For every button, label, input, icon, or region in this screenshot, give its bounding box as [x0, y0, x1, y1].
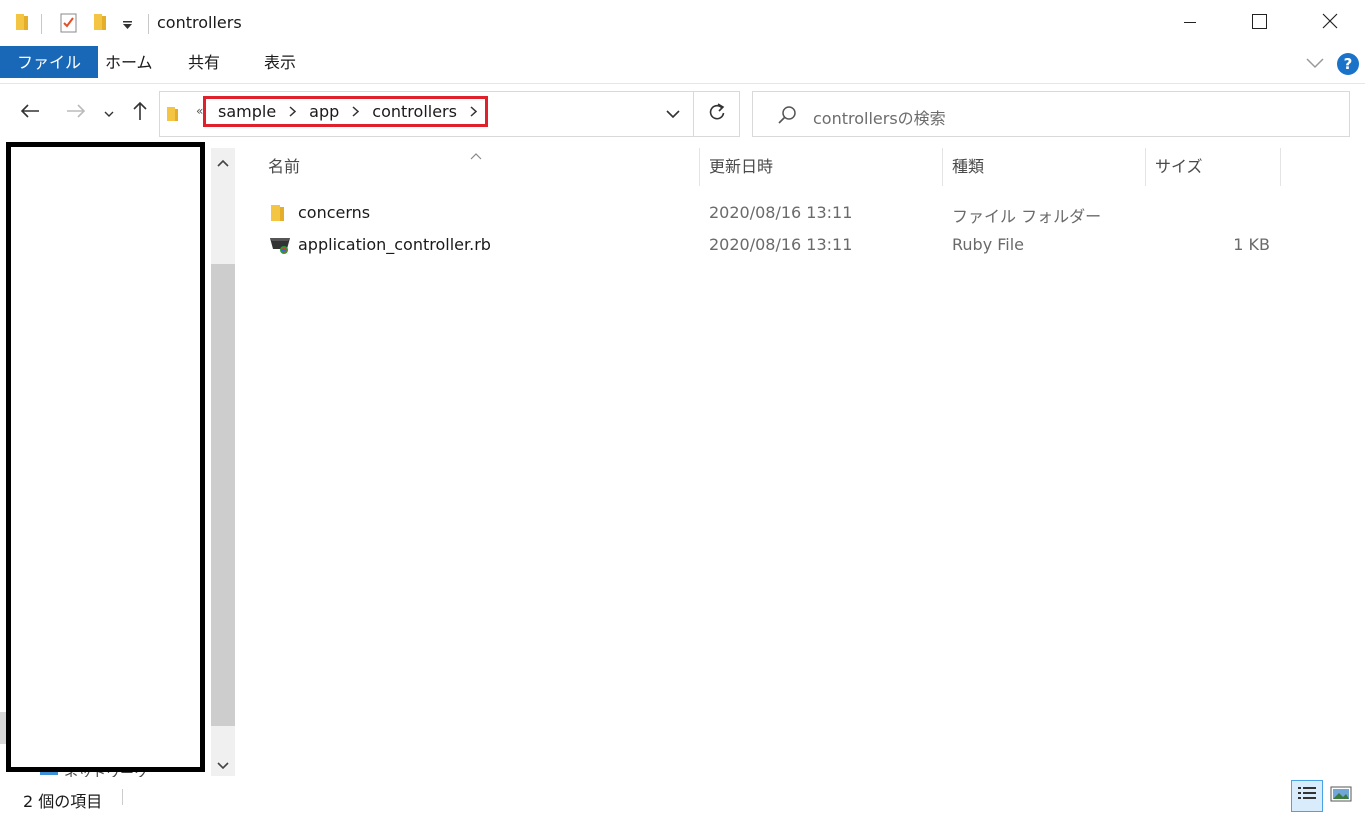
column-header-type[interactable]: 種類	[942, 146, 984, 186]
tab-file[interactable]: ファイル	[0, 46, 99, 78]
recent-locations-button[interactable]	[101, 98, 117, 128]
title-separator	[148, 14, 149, 34]
column-header-date[interactable]: 更新日時	[699, 146, 773, 186]
tab-view[interactable]: 表示	[247, 46, 313, 78]
breadcrumb-app[interactable]: app	[309, 102, 339, 121]
title-bar: controllers	[0, 0, 1365, 46]
refresh-icon	[708, 102, 726, 126]
address-history-dropdown[interactable]	[652, 91, 693, 137]
breadcrumb-controllers[interactable]: controllers	[372, 102, 457, 121]
folder-icon[interactable]	[14, 12, 30, 36]
breadcrumb: sample app controllers	[203, 96, 488, 127]
ribbon-tabs: ファイル ホーム 共有 表示 ?	[0, 46, 1365, 84]
file-size: 1 KB	[1233, 235, 1270, 254]
minimize-icon	[1184, 14, 1196, 32]
tab-home[interactable]: ホーム	[88, 46, 170, 78]
large-icons-view-icon	[1330, 785, 1352, 807]
item-count: 2 個の項目	[23, 792, 103, 811]
file-name: concerns	[298, 203, 371, 222]
chevron-right-icon[interactable]	[470, 106, 477, 117]
ribbon-expand-icon[interactable]	[1306, 55, 1324, 73]
file-list: 名前 更新日時 種類 サイズ concerns 2020/08/16 13:11…	[237, 146, 1365, 778]
maximize-button[interactable]	[1224, 0, 1294, 46]
ruby-file-icon	[269, 235, 291, 259]
details-view-button[interactable]	[1291, 780, 1323, 812]
column-header-name[interactable]: 名前	[258, 146, 300, 186]
search-input[interactable]: controllersの検索	[813, 105, 946, 129]
redacted-region	[6, 142, 205, 772]
up-arrow-icon	[132, 101, 148, 125]
search-icon	[777, 105, 797, 129]
status-bar: 2 個の項目	[0, 778, 1365, 814]
pane-scrollbar-thumb[interactable]	[211, 264, 235, 726]
file-type: Ruby File	[952, 235, 1025, 254]
file-date: 2020/08/16 13:11	[709, 203, 853, 222]
sort-ascending-icon	[470, 146, 482, 164]
back-button[interactable]	[16, 98, 44, 128]
large-icons-view-button[interactable]	[1325, 780, 1357, 812]
search-box[interactable]: controllersの検索	[752, 91, 1350, 137]
forward-button[interactable]	[62, 98, 90, 128]
scroll-up-button[interactable]	[211, 150, 235, 174]
chevron-right-icon[interactable]	[352, 106, 360, 117]
navigation-pane: ネットワーク	[0, 142, 237, 778]
chevron-down-icon	[665, 105, 680, 123]
new-folder-icon[interactable]	[92, 12, 108, 36]
column-divider[interactable]	[1280, 148, 1281, 186]
details-view-icon	[1297, 785, 1317, 807]
maximize-icon	[1251, 13, 1267, 33]
tab-share[interactable]: 共有	[171, 46, 237, 78]
folder-icon	[269, 203, 287, 227]
minimize-button[interactable]	[1155, 0, 1225, 46]
chevron-right-icon[interactable]	[289, 106, 297, 117]
close-button[interactable]	[1295, 0, 1365, 46]
column-header-size[interactable]: サイズ	[1145, 146, 1203, 186]
close-icon	[1322, 13, 1338, 33]
scroll-down-button[interactable]	[211, 753, 235, 777]
qa-separator	[41, 14, 42, 34]
chevron-up-icon	[217, 153, 229, 171]
file-type: ファイル フォルダー	[952, 207, 1102, 226]
up-button[interactable]	[128, 98, 152, 128]
table-row[interactable]: application_controller.rb 2020/08/16 13:…	[237, 231, 1365, 261]
help-button[interactable]: ?	[1337, 53, 1359, 75]
refresh-button[interactable]	[693, 91, 740, 137]
table-row[interactable]: concerns 2020/08/16 13:11 ファイル フォルダー	[237, 199, 1365, 229]
customize-dropdown-icon[interactable]	[122, 17, 134, 35]
forward-arrow-icon	[66, 103, 86, 123]
back-arrow-icon	[20, 103, 40, 123]
window-title: controllers	[157, 13, 242, 32]
status-separator	[122, 789, 123, 805]
navigation-row: « sample app controllers controllersの検索	[0, 84, 1365, 146]
chevron-down-icon	[217, 756, 229, 774]
folder-icon	[166, 105, 180, 127]
file-date: 2020/08/16 13:11	[709, 235, 853, 254]
breadcrumb-sample[interactable]: sample	[218, 102, 276, 121]
file-name: application_controller.rb	[298, 235, 491, 254]
properties-icon[interactable]	[58, 12, 80, 38]
chevron-down-icon	[104, 104, 114, 122]
address-bar[interactable]: « sample app controllers	[159, 91, 693, 137]
